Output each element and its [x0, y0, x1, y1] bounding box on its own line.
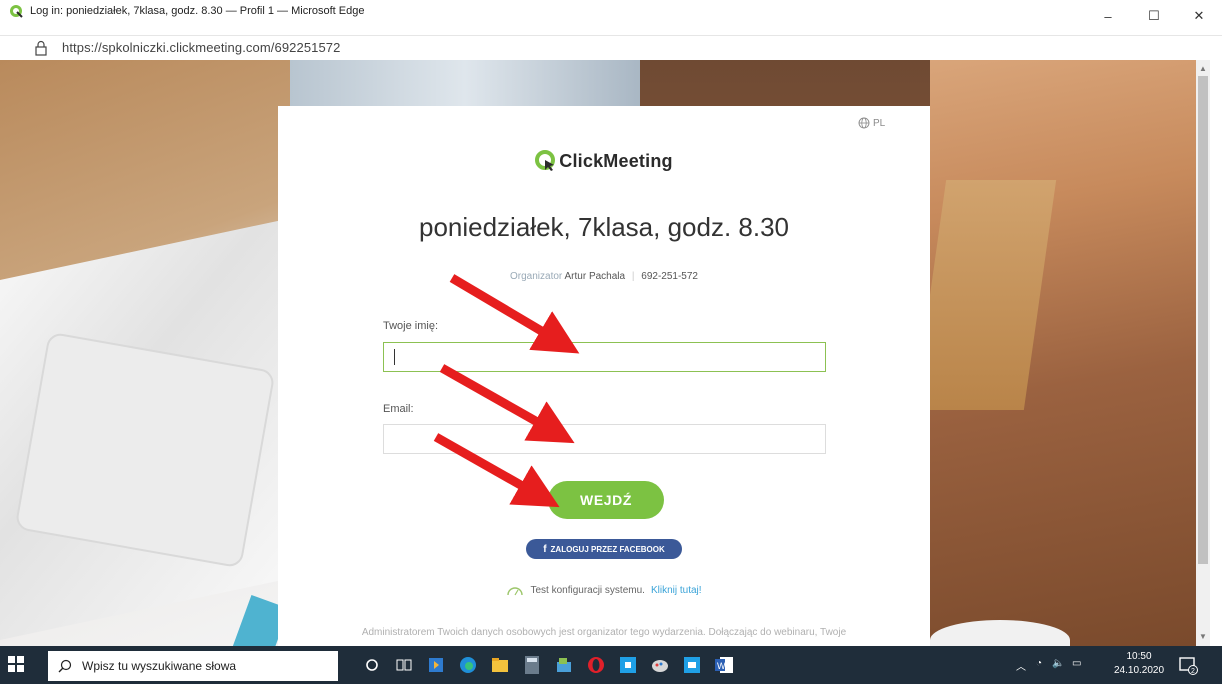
facebook-login-button[interactable]: f ZALOGUJ PRZEZ FACEBOOK — [526, 539, 682, 559]
volume-icon[interactable]: 🔈 — [1052, 658, 1064, 669]
url-text[interactable]: https://spkolniczki.clickmeeting.com/692… — [62, 40, 340, 55]
calculator-icon[interactable] — [522, 655, 542, 675]
speedometer-icon — [507, 587, 524, 596]
windows-taskbar: Wpisz tu wyszukiwane słowa W ︿ ◔ 🔈 ▭ 10:… — [0, 646, 1222, 684]
login-card: PL ClickMeeting poniedziałek, 7klasa, go… — [278, 106, 930, 646]
lock-icon — [35, 40, 47, 56]
scroll-thumb[interactable] — [1198, 76, 1208, 564]
store-app-icon[interactable] — [618, 655, 638, 675]
facebook-button-label: ZALOGUJ PRZEZ FACEBOOK — [550, 544, 665, 554]
system-test-link[interactable]: Kliknij tutaj! — [651, 585, 702, 596]
clickmeeting-logo-icon — [535, 150, 556, 171]
media-player-icon[interactable] — [426, 655, 446, 675]
globe-icon — [858, 117, 870, 129]
separator: | — [631, 271, 635, 282]
network-icon[interactable]: ◔ — [1036, 658, 1042, 669]
search-icon — [58, 659, 72, 673]
system-test: Test konfiguracji systemu. Kliknij tutaj… — [278, 584, 930, 596]
scroll-up-icon[interactable]: ▲ — [1196, 64, 1210, 74]
mail-app-icon[interactable] — [682, 655, 702, 675]
maximize-button[interactable]: ☐ — [1131, 0, 1177, 32]
window-edge — [1210, 60, 1222, 646]
task-view-icon[interactable] — [394, 655, 414, 675]
privacy-notice: Administratorem Twoich danych osobowych … — [361, 627, 847, 638]
windows-start-icon[interactable] — [8, 656, 24, 672]
email-label: Email: — [383, 403, 414, 415]
paint-icon[interactable] — [650, 655, 670, 675]
window-titlebar: Log in: poniedziałek, 7klasa, godz. 8.30… — [0, 0, 1222, 36]
clickmeeting-logo: ClickMeeting — [278, 150, 930, 172]
opera-icon[interactable] — [586, 655, 606, 675]
svg-text:W: W — [717, 661, 726, 671]
file-explorer-icon[interactable] — [490, 655, 510, 675]
minimize-button[interactable]: – — [1085, 0, 1131, 32]
close-button[interactable]: ✕ — [1176, 0, 1222, 32]
organizer-info: Organizator Artur Pachala | 692-251-572 — [278, 271, 930, 282]
meeting-title: poniedziałek, 7klasa, godz. 8.30 — [418, 212, 790, 242]
scroll-down-icon[interactable]: ▼ — [1196, 632, 1210, 642]
taskbar-search[interactable]: Wpisz tu wyszukiwane słowa — [48, 651, 338, 681]
tray-chevron-icon[interactable]: ︿ — [1016, 658, 1026, 673]
system-test-text: Test konfiguracji systemu. — [530, 584, 645, 596]
clock-time: 10:50 — [1126, 651, 1152, 662]
cortana-icon[interactable] — [362, 655, 382, 675]
notification-icon[interactable]: 2 — [1178, 655, 1198, 675]
text-cursor — [394, 349, 395, 365]
search-placeholder: Wpisz tu wyszukiwane słowa — [82, 659, 237, 673]
background-trackpad — [14, 331, 276, 569]
facebook-icon: f — [543, 543, 547, 555]
battery-icon[interactable]: ▭ — [1072, 658, 1081, 669]
window-title: Log in: poniedziałek, 7klasa, godz. 8.30… — [30, 5, 365, 17]
notification-count: 2 — [1191, 668, 1195, 675]
meeting-id: 692-251-572 — [641, 271, 698, 282]
clickmeeting-app-icon — [10, 5, 23, 18]
logo-text: ClickMeeting — [559, 150, 673, 171]
scanner-app-icon[interactable] — [554, 655, 574, 675]
name-input[interactable] — [383, 342, 826, 372]
page-scrollbar[interactable]: ▲ ▼ — [1196, 60, 1210, 646]
email-input[interactable] — [383, 424, 826, 454]
enter-button[interactable]: WEJDŹ — [548, 481, 664, 519]
clock-date: 24.10.2020 — [1114, 665, 1165, 676]
address-bar[interactable]: https://spkolniczki.clickmeeting.com/692… — [0, 36, 1222, 60]
language-selector[interactable]: PL — [858, 117, 885, 129]
language-code: PL — [873, 117, 886, 129]
background-jeans — [290, 60, 640, 110]
word-icon[interactable]: W — [714, 655, 734, 675]
organizer-label: Organizator — [510, 271, 563, 282]
edge-browser-icon[interactable] — [458, 655, 478, 675]
organizer-name: Artur Pachala — [564, 271, 626, 282]
taskbar-clock[interactable]: 10:50 24.10.2020 — [1114, 650, 1164, 678]
name-label: Twoje imię: — [383, 320, 439, 332]
